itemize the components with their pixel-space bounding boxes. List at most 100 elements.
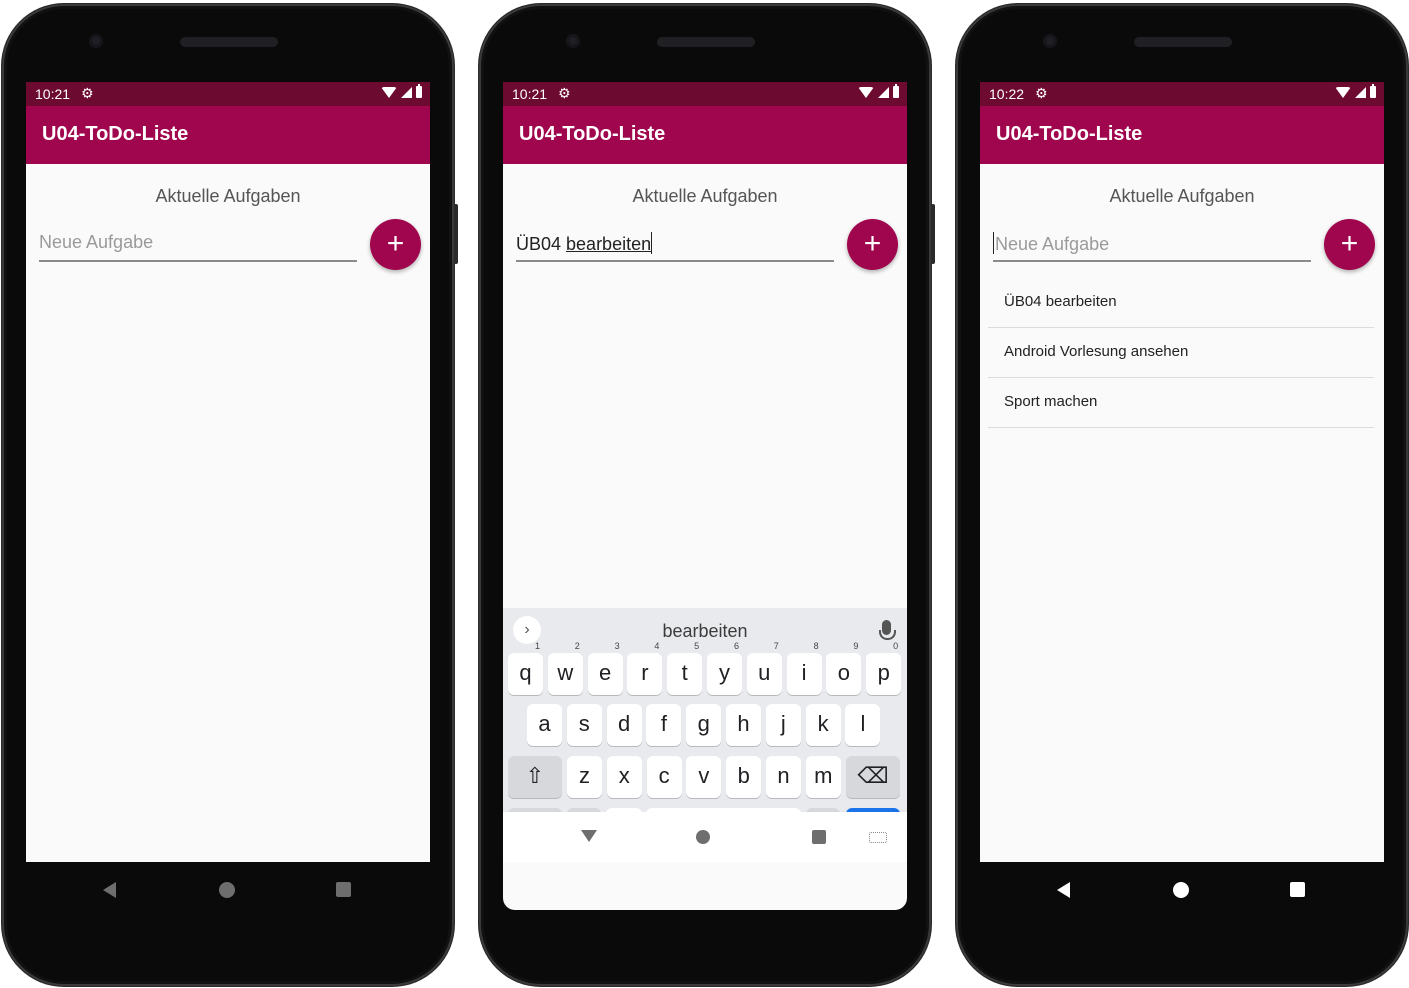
key-z[interactable]: z	[567, 756, 602, 798]
key-v[interactable]: v	[686, 756, 722, 798]
hide-keyboard-icon[interactable]	[581, 830, 597, 842]
key-w-label: w	[557, 660, 574, 685]
key-q[interactable]: q1	[508, 641, 543, 695]
key-a[interactable]: a	[527, 704, 562, 746]
list-item[interactable]: ÜB04 bearbeiten	[988, 278, 1374, 328]
key-h[interactable]: h	[726, 704, 761, 746]
key-s[interactable]: s	[566, 704, 602, 746]
key-n-label: n	[777, 763, 790, 788]
plus-icon: +	[1340, 227, 1359, 260]
key-l-label: l	[860, 711, 866, 736]
recents-square-icon[interactable]	[812, 830, 826, 844]
gear-icon: ⚙	[558, 85, 571, 101]
home-circle-icon[interactable]	[219, 882, 235, 898]
key-s-label: s	[578, 711, 590, 736]
key-e-number-hint: 3	[614, 641, 620, 651]
text-caret	[651, 232, 653, 254]
status-bar: 10:21 ⚙	[503, 82, 907, 106]
key-t[interactable]: t5	[667, 641, 703, 695]
key-l[interactable]: l	[845, 704, 881, 746]
wifi-icon	[858, 86, 874, 98]
key-o[interactable]: o9	[826, 641, 862, 695]
key-n[interactable]: n	[766, 756, 801, 798]
earpiece-speaker	[1134, 37, 1232, 47]
app-title: U04-ToDo-Liste	[996, 123, 1143, 145]
system-nav-bar	[26, 862, 430, 918]
key-r-number-hint: 4	[654, 641, 660, 651]
add-task-button[interactable]: +	[1324, 219, 1375, 270]
key-y-number-hint: 6	[733, 641, 739, 651]
key-p-label: p	[877, 660, 890, 685]
task-list: ÜB04 bearbeiten Android Vorlesung ansehe…	[988, 278, 1374, 428]
key-e[interactable]: e3	[587, 641, 623, 695]
wifi-icon	[381, 86, 397, 98]
shift-key[interactable]: ⇧	[508, 756, 562, 798]
key-b[interactable]: b	[726, 756, 762, 798]
signal-icon	[878, 86, 889, 98]
gear-icon: ⚙	[81, 85, 94, 101]
key-y[interactable]: y6	[707, 641, 742, 695]
key-p-number-hint: 0	[893, 641, 899, 651]
text-caret	[993, 232, 994, 254]
input-text-prefix: ÜB04	[516, 234, 567, 254]
key-h-label: h	[737, 711, 750, 736]
key-r[interactable]: r4	[627, 641, 663, 695]
home-circle-icon[interactable]	[1173, 882, 1189, 898]
recents-square-icon[interactable]	[336, 882, 351, 897]
back-triangle-icon[interactable]	[1057, 882, 1070, 898]
key-y-label: y	[719, 660, 730, 685]
key-u-label: u	[758, 660, 771, 685]
new-task-input[interactable]: Neue Aufgabe	[39, 228, 357, 262]
new-task-placeholder: Neue Aufgabe	[993, 232, 1109, 255]
input-composing-word: bearbeiten	[566, 234, 652, 254]
key-k[interactable]: k	[805, 704, 841, 746]
key-d[interactable]: d	[606, 704, 642, 746]
add-task-button[interactable]: +	[370, 219, 421, 270]
key-i[interactable]: i8	[786, 641, 822, 695]
key-i-number-hint: 8	[813, 641, 819, 651]
battery-icon	[893, 84, 899, 98]
backspace-key[interactable]: ⌫	[846, 756, 900, 798]
key-e-label: e	[598, 660, 612, 685]
key-j[interactable]: j	[765, 704, 801, 746]
key-f[interactable]: f	[646, 704, 682, 746]
key-q-number-hint: 1	[534, 641, 540, 651]
phone-frame-1: 10:21 ⚙ U04-ToDo-Liste Aktuelle Aufgaben…	[2, 4, 458, 986]
list-item[interactable]: Android Vorlesung ansehen	[988, 328, 1374, 378]
soft-keyboard: › bearbeiten q1w2e3r4t5y6u7i8o9p0asdfghj…	[503, 608, 907, 862]
key-m[interactable]: m	[805, 756, 841, 798]
key-w[interactable]: w2	[547, 641, 583, 695]
key-u[interactable]: u7	[746, 641, 782, 695]
battery-icon	[416, 84, 422, 98]
add-task-button[interactable]: +	[847, 219, 898, 270]
front-camera	[1043, 34, 1057, 48]
key-v-label: v	[698, 763, 710, 788]
keyboard-switch-icon[interactable]	[869, 832, 887, 843]
key-p[interactable]: p0	[866, 641, 902, 695]
key-x-label: x	[618, 763, 630, 788]
key-j-label: j	[780, 711, 786, 736]
app-bar: U04-ToDo-Liste	[26, 106, 430, 164]
key-o-number-hint: 9	[853, 641, 859, 651]
front-camera	[89, 34, 103, 48]
microphone-icon[interactable]	[879, 620, 896, 640]
key-g-label: g	[697, 711, 710, 736]
new-task-input[interactable]: ÜB04 bearbeiten	[516, 228, 834, 262]
status-icons	[858, 84, 899, 98]
recents-square-icon[interactable]	[1290, 882, 1305, 897]
back-triangle-icon[interactable]	[103, 882, 116, 898]
list-heading: Aktuelle Aufgaben	[155, 186, 301, 206]
key-d-label: d	[617, 711, 631, 736]
wifi-icon	[1335, 86, 1351, 98]
key-q-label: q	[519, 660, 532, 685]
list-item[interactable]: Sport machen	[988, 378, 1374, 428]
new-task-input[interactable]: Neue Aufgabe	[993, 228, 1311, 262]
status-time: 10:22	[989, 86, 1025, 102]
key-i-label: i	[801, 660, 807, 685]
key-c[interactable]: c	[646, 756, 682, 798]
screen-3: 10:22 ⚙ U04-ToDo-Liste Aktuelle Aufgaben…	[980, 82, 1384, 862]
home-circle-icon[interactable]	[696, 830, 710, 844]
key-x[interactable]: x	[606, 756, 642, 798]
word-suggestion[interactable]: bearbeiten	[503, 621, 907, 642]
key-g[interactable]: g	[686, 704, 722, 746]
